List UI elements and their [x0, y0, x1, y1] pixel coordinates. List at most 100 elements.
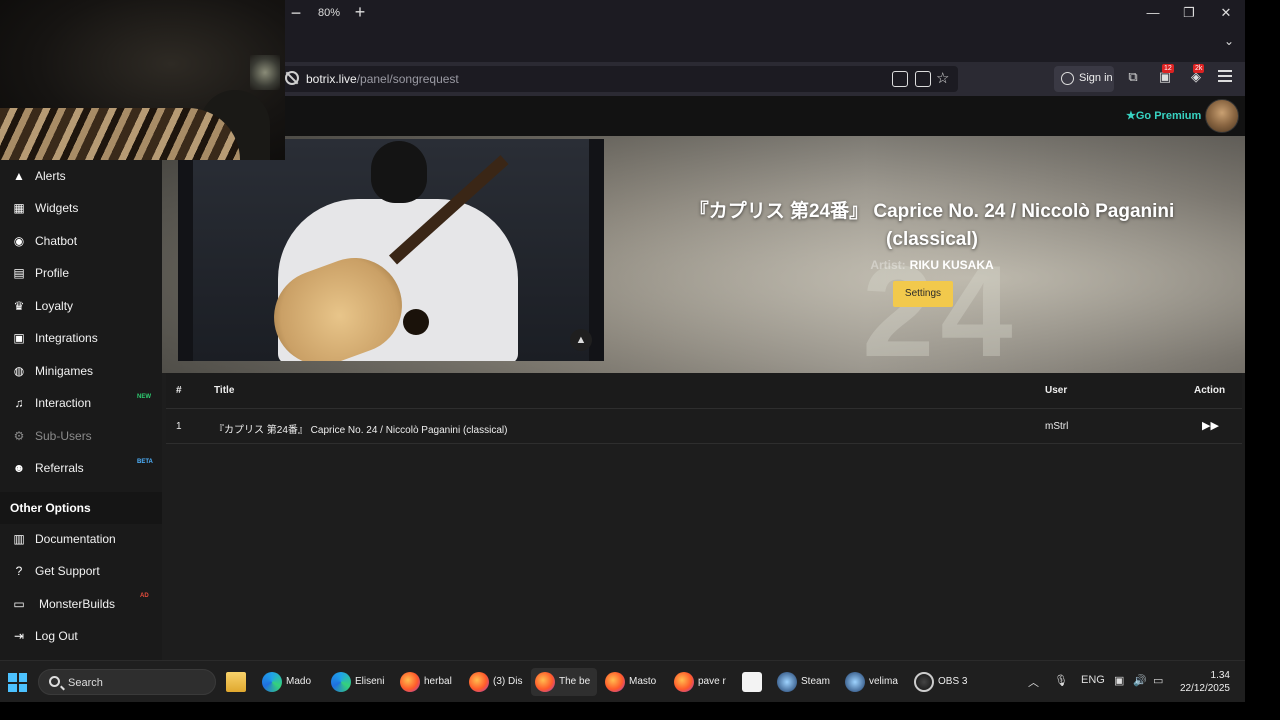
- firefox-icon: [400, 672, 420, 692]
- sidebar-item-integrations[interactable]: ▣ Integrations: [0, 323, 162, 353]
- sidebar-item-profile[interactable]: ▤ Profile: [0, 258, 162, 288]
- webcam-overlay: [0, 0, 285, 160]
- sidebar-item-label: Integrations: [35, 331, 98, 345]
- network-icon[interactable]: ▣: [1114, 674, 1124, 687]
- sidebar-item-alerts[interactable]: ▲ Alerts: [0, 161, 162, 191]
- artist-prefix: Artist:: [870, 258, 906, 272]
- taskbar-app[interactable]: herbal: [396, 668, 460, 696]
- microphone-icon[interactable]: 🎙: [1054, 674, 1068, 687]
- video-player[interactable]: ▲: [178, 139, 604, 361]
- battery-icon[interactable]: ▭: [1153, 674, 1163, 687]
- sidebar-item-label: Loyalty: [35, 299, 74, 313]
- account-icon: [1061, 72, 1074, 85]
- users-icon: ☻: [12, 461, 26, 475]
- sidebar-item-log-out[interactable]: ⇥ Log Out: [0, 621, 162, 651]
- tracking-protection-icon[interactable]: [285, 71, 299, 85]
- sidebar-item-chatbot[interactable]: ◉ Chatbot: [0, 226, 162, 256]
- bookmark-star-icon[interactable]: ☆: [936, 69, 949, 87]
- sidebar-item-label: Chatbot: [35, 234, 78, 248]
- extension-badge: 2k: [1193, 64, 1205, 73]
- taskbar-app-label: Mado: [286, 676, 312, 687]
- taskbar-app[interactable]: velima: [841, 668, 905, 696]
- robot-icon: ◉: [13, 234, 25, 248]
- hamburger-menu-icon[interactable]: [1218, 70, 1232, 82]
- user-avatar[interactable]: [1205, 99, 1239, 133]
- steam-icon: [777, 672, 797, 692]
- sidebar-item-documentation[interactable]: ▥ Documentation: [0, 524, 162, 554]
- go-premium-link[interactable]: ★Go Premium: [1126, 109, 1201, 122]
- microsoft-store-button[interactable]: [738, 668, 766, 696]
- search-icon: [49, 676, 60, 687]
- picture-in-picture-icon[interactable]: [892, 71, 908, 87]
- restore-button[interactable]: ❐: [1179, 4, 1199, 22]
- taskbar-app-label: The be: [559, 676, 591, 687]
- screen-border: [0, 702, 1280, 720]
- profile-card-icon: ▤: [13, 266, 25, 280]
- sidebar-item-monsterbuilds[interactable]: ▭ MonsterBuilds AD: [0, 589, 162, 619]
- volume-icon[interactable]: 🔊: [1133, 674, 1147, 687]
- question-icon: ?: [15, 564, 23, 578]
- sidebar-item-label: Documentation: [35, 532, 116, 546]
- folder-icon: [226, 672, 246, 692]
- taskbar-app[interactable]: (3) Dis: [465, 668, 529, 696]
- table-header: # Title User Action: [166, 373, 1242, 409]
- sidebar-item-sub-users[interactable]: ⚙ Sub-Users: [0, 421, 162, 451]
- taskbar-app-label: (3) Dis: [493, 676, 523, 687]
- column-header-user: User: [1045, 385, 1068, 396]
- language-indicator[interactable]: ENG: [1081, 674, 1105, 686]
- column-header-title: Title: [214, 385, 235, 396]
- sidebar-item-get-support[interactable]: ? Get Support: [0, 556, 162, 586]
- sidebar: ▲ Alerts ▦ Widgets ◉ Chatbot ▤ Profile ♛…: [0, 160, 162, 660]
- sidebar-item-label: Interaction: [35, 396, 92, 410]
- extensions-puzzle-icon[interactable]: ⧉: [1124, 69, 1142, 87]
- sidebar-item-label: Widgets: [35, 201, 79, 215]
- laptop-icon: ▭: [13, 597, 25, 611]
- url-text[interactable]: botrix.live/panel/songrequest: [306, 72, 459, 86]
- file-explorer-button[interactable]: [222, 668, 250, 696]
- song-title: 『カプリス 第24番』 Caprice No. 24 / Niccolò Pag…: [689, 201, 1175, 250]
- taskbar-search[interactable]: Search: [38, 669, 216, 695]
- sidebar-item-label: Sub-Users: [35, 429, 92, 443]
- taskbar-app[interactable]: Eliseni: [327, 668, 391, 696]
- taskbar-clock[interactable]: 1.34 22/12/2025: [1178, 669, 1230, 695]
- extension-red-icon[interactable]: ▣ 12: [1156, 64, 1174, 87]
- chevron-up-icon[interactable]: ︿: [1028, 674, 1039, 690]
- windows-start-icon[interactable]: [8, 673, 27, 692]
- zoom-level[interactable]: 80%: [318, 7, 340, 19]
- sidebar-item-minigames[interactable]: ◍ Minigames: [0, 356, 162, 386]
- close-window-button[interactable]: ✕: [1216, 4, 1236, 22]
- extension-ublock-icon[interactable]: ◈ 2k: [1187, 64, 1205, 87]
- warning-icon: ▲: [13, 169, 25, 183]
- store-icon: [742, 672, 762, 692]
- botrix-panel: ★Go Premium ▲ Alerts ▦ Widgets ◉ Chatbot…: [0, 96, 1245, 660]
- taskbar-app[interactable]: Masto: [601, 668, 665, 696]
- music-note-icon: ♫: [14, 396, 24, 410]
- taskbar-app[interactable]: Mado: [258, 668, 322, 696]
- channel-logo-icon: ▲: [570, 329, 592, 351]
- firefox-icon: [469, 672, 489, 692]
- sidebar-item-referrals[interactable]: ☻ Referrals BETA: [0, 453, 162, 483]
- save-to-pocket-icon[interactable]: [915, 71, 931, 87]
- taskbar-app[interactable]: Steam: [773, 668, 837, 696]
- settings-button[interactable]: Settings: [893, 281, 953, 307]
- skip-to-song-icon[interactable]: ▶▶: [1202, 419, 1219, 432]
- sidebar-item-loyalty[interactable]: ♛ Loyalty: [0, 291, 162, 321]
- sidebar-item-label: Referrals: [35, 461, 84, 475]
- taskbar-app[interactable]: pave r: [670, 668, 734, 696]
- docs-icon: ▥: [13, 532, 25, 546]
- zoom-in-button[interactable]: +: [352, 3, 368, 21]
- sign-in-button[interactable]: Sign in: [1054, 66, 1114, 92]
- column-header-action: Action: [1194, 385, 1226, 396]
- taskbar-app-active[interactable]: The be: [531, 668, 597, 696]
- new-badge: NEW: [137, 394, 151, 400]
- sidebar-item-widgets[interactable]: ▦ Widgets: [0, 193, 162, 223]
- sidebar-item-label: Log Out: [35, 629, 78, 643]
- address-bar[interactable]: botrix.live/panel/songrequest ☆: [278, 66, 958, 92]
- taskbar-app[interactable]: OBS 3: [910, 668, 974, 696]
- minimize-button[interactable]: —: [1143, 4, 1163, 22]
- sidebar-item-interaction[interactable]: ♫ Interaction NEW: [0, 388, 162, 418]
- zoom-out-button[interactable]: −: [288, 4, 304, 22]
- users-cog-icon: ⚙: [13, 429, 25, 443]
- chevron-down-icon[interactable]: ⌄: [1220, 34, 1238, 52]
- widgets-icon: ▦: [13, 201, 25, 215]
